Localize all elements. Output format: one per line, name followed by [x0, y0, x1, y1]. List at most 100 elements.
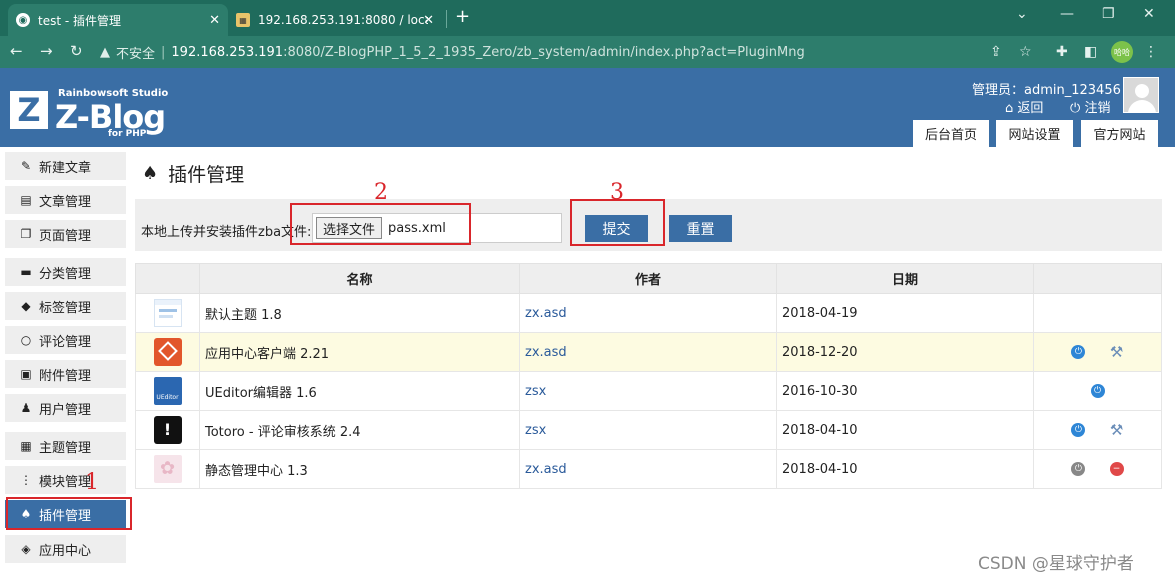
plugin-actions: ⏻ ⚒ [1033, 410, 1162, 450]
plugin-actions: ⏻ − [1033, 449, 1162, 489]
site-favicon-icon: ◉ [16, 13, 30, 27]
column-header-actions [1033, 263, 1162, 294]
admin-label: 管理员：admin_123456 [972, 83, 1121, 98]
new-tab-icon[interactable]: + [455, 6, 470, 27]
sidebar-item-themes[interactable]: ▦ 主题管理 [5, 432, 126, 460]
browser-tab[interactable]: ▦ 192.168.253.191:8080 / localh ✕ [228, 4, 442, 36]
plugin-author-link[interactable]: zx.asd [519, 449, 777, 489]
watermark: CSDN @星球守护者 [978, 554, 1134, 574]
tab-site-settings[interactable]: 网站设置 [996, 120, 1073, 147]
table-row: UEditor UEditor编辑器 1.6 zsx 2016-10-30 ⏻ [135, 371, 1162, 411]
restore-icon[interactable]: ❐ [1102, 6, 1115, 22]
url-divider: | [161, 44, 166, 60]
sidebar-item-modules[interactable]: ⋮ 模块管理 [5, 466, 126, 494]
tab-admin-home[interactable]: 后台首页 [913, 120, 989, 147]
reload-icon[interactable]: ↻ [70, 42, 83, 60]
plugin-date: 2018-04-10 [776, 449, 1034, 489]
sidebar-item-attachments[interactable]: ▣ 附件管理 [5, 360, 126, 388]
plugin-name: UEditor编辑器 1.6 [199, 371, 520, 411]
sidepanel-icon[interactable]: ◧ [1084, 44, 1097, 60]
settings-icon[interactable]: ⚒ [1110, 423, 1124, 438]
plugin-author-link[interactable]: zx.asd [519, 293, 777, 333]
attachment-icon: ▣ [20, 367, 32, 381]
back-icon[interactable]: ← [10, 42, 23, 60]
admin-avatar[interactable] [1123, 77, 1159, 113]
security-label: 不安全 [116, 46, 156, 62]
browser-tab-title: 192.168.253.191:8080 / localh [258, 13, 428, 27]
home-icon: ⌂ [1005, 101, 1014, 116]
plugin-actions [1033, 293, 1162, 333]
plugin-table: 名称 作者 日期 默认主题 1.8 zx.asd 2018-04-19 应用中心… [135, 263, 1162, 489]
plugin-name: 应用中心客户端 2.21 [199, 332, 520, 372]
browser-tab-active[interactable]: ◉ test - 插件管理 ✕ [8, 4, 228, 36]
annotation-box-2 [290, 203, 471, 245]
column-header-icon [135, 263, 200, 294]
tab-official-site[interactable]: 官方网站 [1081, 120, 1158, 147]
plugin-actions: ⏻ ⚒ [1033, 332, 1162, 372]
logout-link[interactable]: ⏻ 注销 [1070, 97, 1110, 116]
sidebar-item-comments[interactable]: ○ 评论管理 [5, 326, 126, 354]
annotation-box-3 [570, 199, 665, 246]
reset-button[interactable]: 重置 [669, 215, 732, 242]
plugin-author-link[interactable]: zx.asd [519, 332, 777, 372]
plugin-actions: ⏻ [1033, 371, 1162, 411]
browser-tab-bar: ◉ test - 插件管理 ✕ ▦ 192.168.253.191:8080 /… [0, 0, 1175, 36]
menu-kebab-icon[interactable]: ⋮ [1144, 44, 1158, 60]
page-title: ♠ 插件管理 [142, 163, 245, 186]
url-path: :8080/Z-BlogPHP_1_5_2_1935_Zero/zb_syste… [283, 44, 805, 60]
profile-avatar[interactable]: 哈哈 [1111, 41, 1133, 63]
theme-icon: ▦ [20, 439, 32, 453]
totoro-icon: ! [153, 416, 182, 444]
back-link[interactable]: ⌂ 返回 [1005, 97, 1043, 116]
close-tab-icon[interactable]: ✕ [423, 13, 434, 28]
settings-icon[interactable]: ⚒ [1110, 345, 1124, 360]
sidebar-item-tags[interactable]: ◆ 标签管理 [5, 292, 126, 320]
column-header-author[interactable]: 作者 [519, 263, 777, 294]
power-off-icon[interactable]: ⏻ [1071, 462, 1086, 476]
table-row: ✿ 静态管理中心 1.3 zx.asd 2018-04-10 ⏻ − [135, 449, 1162, 489]
plugin-date: 2018-04-19 [776, 293, 1034, 333]
tab-search-icon[interactable]: ⌄ [1016, 6, 1028, 22]
share-icon[interactable]: ⇪ [990, 44, 1002, 60]
sidebar-item-pages[interactable]: ❐ 页面管理 [5, 220, 126, 248]
sidebar-item-categories[interactable]: ▬ 分类管理 [5, 258, 126, 286]
table-row: 应用中心客户端 2.21 zx.asd 2018-12-20 ⏻ ⚒ [135, 332, 1162, 372]
extensions-icon[interactable]: ✚ [1056, 44, 1068, 60]
bookmark-star-icon[interactable]: ☆ [1019, 44, 1032, 60]
sidebar-item-articles[interactable]: ▤ 文章管理 [5, 186, 126, 214]
minimize-icon[interactable]: — [1060, 6, 1074, 22]
user-icon: ♟ [20, 401, 32, 415]
phpmyadmin-favicon-icon: ▦ [236, 13, 250, 27]
comment-icon: ○ [20, 333, 32, 347]
close-tab-icon[interactable]: ✕ [209, 13, 220, 28]
pages-icon: ❐ [20, 227, 32, 241]
close-window-icon[interactable]: ✕ [1143, 6, 1155, 22]
module-icon: ⋮ [20, 473, 32, 487]
power-icon: ⏻ [1070, 101, 1081, 116]
plugin-author-link[interactable]: zsx [519, 410, 777, 450]
default-theme-icon [153, 299, 182, 327]
tab-separator [446, 10, 447, 28]
power-on-icon[interactable]: ⏻ [1090, 384, 1105, 398]
column-header-name[interactable]: 名称 [199, 263, 520, 294]
logo-sub-text: for PHP [108, 129, 147, 139]
url-field[interactable]: ▲ 不安全 | 192.168.253.191 :8080/Z-BlogPHP_… [100, 40, 960, 64]
power-on-icon[interactable]: ⏻ [1071, 423, 1086, 437]
sidebar-item-new-article[interactable]: ✎ 新建文章 [5, 152, 126, 180]
plugin-name: Totoro - 评论审核系统 2.4 [199, 410, 520, 450]
sidebar-item-app-center[interactable]: ◈ 应用中心 [5, 535, 126, 563]
document-icon: ▤ [20, 193, 32, 207]
plugin-name: 静态管理中心 1.3 [199, 449, 520, 489]
column-header-date[interactable]: 日期 [776, 263, 1034, 294]
plugin-date: 2018-04-10 [776, 410, 1034, 450]
browser-tab-title: test - 插件管理 [38, 13, 122, 28]
upload-label: 本地上传并安装插件zba文件: [141, 225, 312, 240]
sidebar-item-users[interactable]: ♟ 用户管理 [5, 394, 126, 422]
warning-icon: ▲ [100, 44, 110, 60]
plugin-author-link[interactable]: zsx [519, 371, 777, 411]
app-center-icon [153, 338, 182, 366]
power-on-icon[interactable]: ⏻ [1071, 345, 1086, 359]
delete-icon[interactable]: − [1109, 462, 1124, 476]
table-row: 默认主题 1.8 zx.asd 2018-04-19 [135, 293, 1162, 333]
forward-icon[interactable]: → [40, 42, 53, 60]
